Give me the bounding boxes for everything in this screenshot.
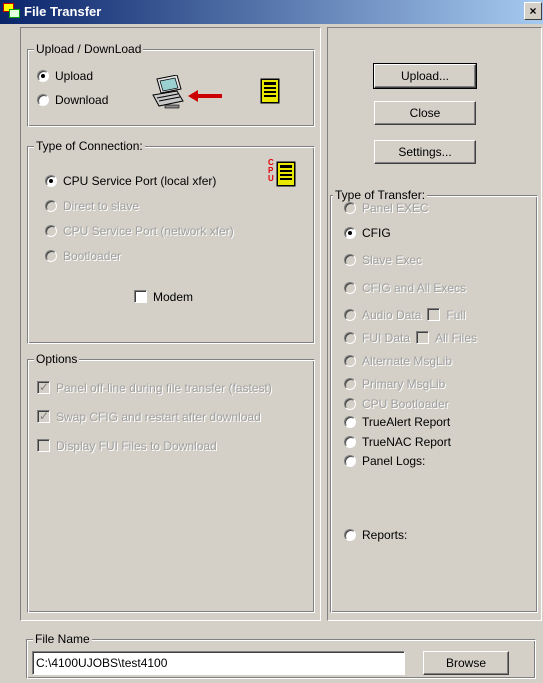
transfer-type-group: Type of Transfer: Panel EXEC CFIG Slave … [330, 188, 538, 613]
upload-download-legend: Upload / DownLoad [34, 42, 144, 56]
download-radio-button[interactable] [37, 94, 49, 106]
transfer-fui-data-radio[interactable]: FUI Data All Files [344, 330, 477, 346]
upload-radio-button[interactable] [37, 70, 49, 82]
option-display-fui-checkbox-box[interactable] [37, 439, 50, 452]
option-display-fui-checkbox[interactable]: Display FUI Files to Download [37, 438, 217, 454]
connection-cpu-network-radio[interactable]: CPU Service Port (network xfer) [45, 223, 234, 239]
transfer-truenac-report-radio[interactable]: TrueNAC Report [344, 434, 451, 450]
transfer-cpu-bootloader-radio[interactable]: CPU Bootloader [344, 396, 449, 412]
modem-checkbox-box[interactable] [134, 290, 147, 303]
fui-all-files-checkbox[interactable] [416, 331, 430, 344]
options-group: Options Panel off-line during file trans… [27, 352, 315, 613]
transfer-alternate-msglib-radio[interactable]: Alternate MsgLib [344, 353, 452, 369]
transfer-panel-logs-radio-button[interactable] [344, 455, 356, 467]
transfer-fui-data-radio-button[interactable] [344, 332, 356, 344]
connection-type-group: Type of Connection: CPU Service Port (lo… [27, 139, 315, 344]
connection-bootloader-radio-button[interactable] [45, 250, 57, 262]
transfer-primary-msglib-radio-button[interactable] [344, 378, 356, 390]
option-panel-offline-checkbox[interactable]: Panel off-line during file transfer (fas… [37, 379, 272, 396]
browse-button[interactable]: Browse [423, 651, 509, 675]
connection-bootloader-radio[interactable]: Bootloader [45, 248, 121, 264]
transfer-cfig-radio-button[interactable] [344, 227, 356, 239]
computer-icon [151, 74, 185, 112]
modem-checkbox[interactable]: Modem [134, 289, 193, 305]
transfer-cpu-bootloader-radio-button[interactable] [344, 398, 356, 410]
option-swap-cfig-checkbox[interactable]: Swap CFIG and restart after download [37, 408, 261, 425]
transfer-panel-logs-radio[interactable]: Panel Logs: [344, 453, 425, 469]
connection-direct-slave-radio[interactable]: Direct to slave [45, 198, 139, 214]
option-panel-offline-checkbox-box[interactable] [37, 379, 50, 395]
transfer-panel-exec-radio[interactable]: Panel EXEC [344, 200, 429, 216]
transfer-cfig-radio[interactable]: CFIG [344, 225, 391, 241]
connection-type-legend: Type of Connection: [34, 139, 145, 153]
panel-device-icon [260, 78, 280, 107]
transfer-cfig-all-execs-radio-button[interactable] [344, 282, 356, 294]
transfer-alternate-msglib-radio-button[interactable] [344, 355, 356, 367]
fui-all-files-label: All Files [435, 331, 478, 345]
connection-cpu-network-radio-button[interactable] [45, 225, 57, 237]
settings-button[interactable]: Settings... [374, 140, 476, 164]
transfer-slave-exec-radio[interactable]: Slave Exec [344, 252, 422, 268]
file-name-legend: File Name [33, 632, 92, 646]
upload-button[interactable]: Upload... [373, 63, 477, 89]
transfer-reports-radio[interactable]: Reports: [344, 527, 407, 543]
transfer-primary-msglib-radio[interactable]: Primary MsgLib [344, 376, 445, 392]
transfer-audio-data-radio[interactable]: Audio Data Full [344, 307, 466, 323]
connection-cpu-local-radio[interactable]: CPU Service Port (local xfer) [45, 173, 216, 189]
transfer-truealert-report-radio[interactable]: TrueAlert Report [344, 414, 450, 430]
option-swap-cfig-checkbox-box[interactable] [37, 408, 50, 424]
download-radio[interactable]: Download [37, 92, 108, 108]
transfer-cfig-all-execs-radio[interactable]: CFIG and All Execs [344, 280, 466, 296]
transfer-audio-data-radio-button[interactable] [344, 309, 356, 321]
transfer-reports-radio-button[interactable] [344, 529, 356, 541]
connection-direct-slave-radio-button[interactable] [45, 200, 57, 212]
left-panel: Upload / DownLoad Upload Download Type o… [20, 27, 321, 621]
options-legend: Options [34, 352, 80, 366]
audio-full-checkbox[interactable] [427, 308, 441, 321]
close-window-button[interactable]: × [524, 2, 542, 20]
transfer-truenac-report-radio-button[interactable] [344, 436, 356, 448]
transfer-panel-exec-radio-button[interactable] [344, 202, 356, 214]
transfer-slave-exec-radio-button[interactable] [344, 254, 356, 266]
upload-download-group: Upload / DownLoad Upload Download [27, 42, 315, 127]
app-icon [3, 3, 21, 22]
audio-full-label: Full [446, 308, 466, 322]
window-title: File Transfer [24, 4, 102, 19]
upload-radio[interactable]: Upload [37, 68, 93, 84]
connection-cpu-local-radio-button[interactable] [45, 175, 57, 187]
file-name-group: File Name C:\4100UJOBS\test4100 Browse [26, 632, 536, 679]
file-name-input[interactable]: C:\4100UJOBS\test4100 [32, 651, 405, 675]
title-bar: File Transfer × [0, 0, 543, 24]
transfer-truealert-report-radio-button[interactable] [344, 416, 356, 428]
right-panel: Upload... Close Settings... Type of Tran… [327, 27, 542, 621]
close-button[interactable]: Close [374, 101, 476, 125]
red-arrow-left-icon [188, 90, 222, 105]
